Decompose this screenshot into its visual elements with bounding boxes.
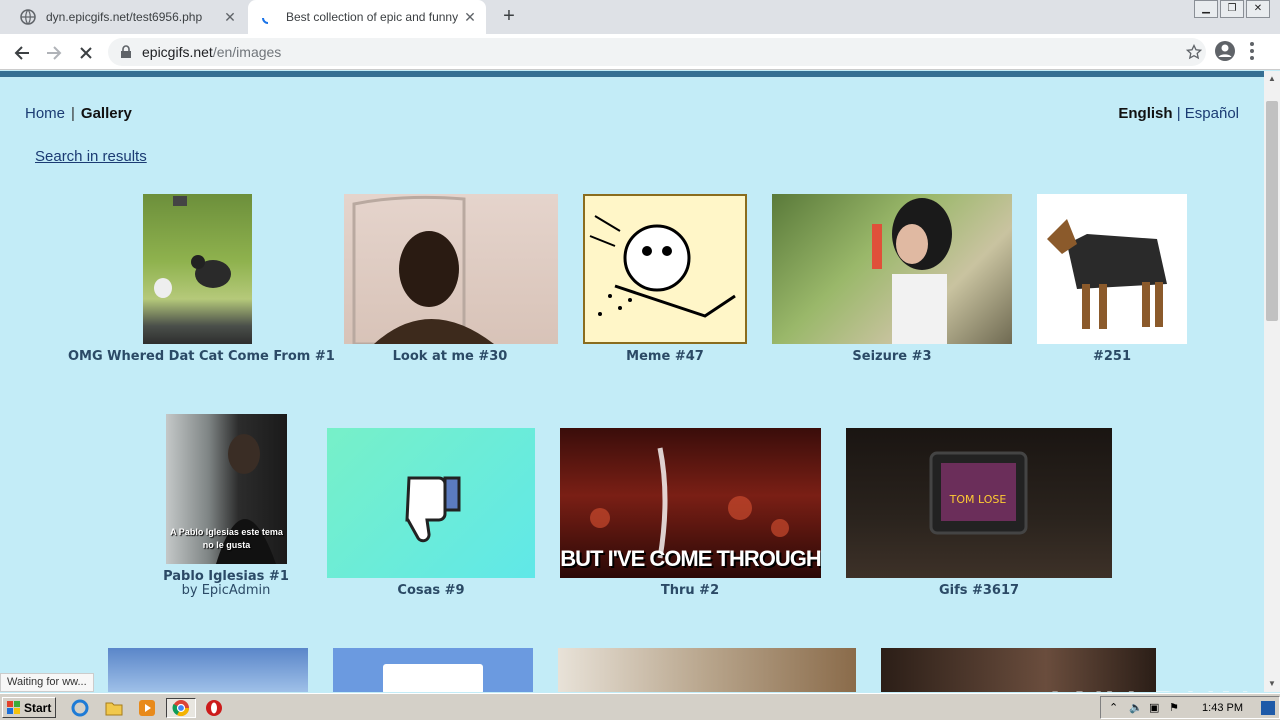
scroll-down-arrow-icon[interactable]: ▼: [1264, 676, 1280, 692]
page-viewport: Home | Gallery English | Español Search in…: [0, 71, 1264, 692]
back-arrow-icon[interactable]: [10, 41, 34, 65]
new-tab-button[interactable]: +: [498, 6, 520, 28]
nav-separator: |: [1176, 105, 1181, 122]
breadcrumb: Home | Gallery: [25, 105, 132, 122]
folder-icon[interactable]: [104, 698, 124, 718]
minimize-button[interactable]: ▁: [1194, 0, 1218, 18]
close-window-button[interactable]: ✕: [1246, 0, 1270, 18]
page-scrollbar[interactable]: ▲ ▼: [1264, 71, 1280, 692]
gallery-item-title[interactable]: Gifs #3617: [849, 583, 1109, 598]
tab-test-page[interactable]: dyn.epicgifs.net/test6956.php ✕: [8, 0, 246, 34]
site-header-strip: [0, 71, 1264, 77]
gallery-item-title[interactable]: #251: [982, 349, 1242, 364]
lang-english-link[interactable]: English: [1118, 105, 1172, 122]
url-domain: epicgifs.net: [142, 44, 213, 60]
forward-arrow-icon[interactable]: [42, 41, 66, 65]
gallery-item-title[interactable]: OMG Whered Dat Cat Come From #1: [68, 349, 335, 364]
show-desktop-icon[interactable]: [1261, 701, 1275, 715]
anyrun-watermark: ANY RUN: [1040, 683, 1254, 692]
gallery-thumbnail[interactable]: [1037, 194, 1187, 344]
thumbnail-overlay-text: BUT I'VE COME THROUGH: [560, 546, 821, 571]
gallery-thumbnail[interactable]: BUT I'VE COME THROUGH: [560, 428, 821, 578]
gallery-thumbnail[interactable]: [143, 194, 252, 344]
gallery-thumbnail[interactable]: TOM LOSE: [846, 428, 1112, 578]
windows-logo-icon: [7, 700, 20, 714]
svg-text:TOM LOSE: TOM LOSE: [949, 493, 1007, 506]
gallery-item-title[interactable]: Pablo Iglesias #1: [96, 569, 356, 584]
nav-separator: |: [71, 105, 75, 122]
account-icon[interactable]: [1214, 40, 1236, 62]
gallery-item-title[interactable]: Meme #47: [535, 349, 795, 364]
gallery-thumbnail[interactable]: A Pablo Iglesias este tema no le gusta: [166, 414, 287, 564]
status-bubble: Waiting for ww...: [0, 673, 94, 692]
thumbnail-overlay-text: A Pablo Iglesias este tema no le gusta: [170, 527, 283, 550]
globe-icon: [20, 9, 36, 25]
tab-gallery[interactable]: Best collection of epic and funny gifs ✕: [248, 0, 486, 34]
ie-icon[interactable]: [70, 698, 90, 718]
search-in-results-link[interactable]: Search in results: [35, 148, 147, 165]
restore-button[interactable]: ❐: [1220, 0, 1244, 18]
home-link[interactable]: Home: [25, 105, 65, 122]
gallery-thumbnail[interactable]: [344, 194, 558, 344]
gallery-link[interactable]: Gallery: [81, 105, 132, 122]
close-tab-icon[interactable]: ✕: [220, 7, 240, 27]
browser-toolbar: epicgifs.net/en/images: [0, 34, 1280, 70]
opera-icon[interactable]: [204, 698, 224, 718]
stop-loading-icon[interactable]: [74, 41, 98, 65]
loading-spinner-icon: [260, 9, 276, 25]
lock-icon: [120, 45, 134, 59]
gallery-thumbnail[interactable]: [772, 194, 1012, 344]
scroll-up-arrow-icon[interactable]: ▲: [1264, 71, 1280, 87]
flag-icon[interactable]: ⚑: [1169, 701, 1179, 714]
tray-expand-icon[interactable]: ⌃: [1109, 701, 1118, 714]
gallery-item-title[interactable]: Cosas #9: [301, 583, 561, 598]
tab-title: dyn.epicgifs.net/test6956.php: [46, 10, 203, 24]
url-path: /en/images: [212, 44, 282, 60]
scroll-thumb[interactable]: [1266, 101, 1278, 321]
media-player-icon[interactable]: [137, 698, 157, 718]
network-icon[interactable]: ▣: [1149, 701, 1159, 714]
gallery-thumbnail[interactable]: [558, 648, 856, 692]
chrome-taskbar-icon[interactable]: [166, 698, 196, 718]
start-label: Start: [24, 700, 52, 715]
close-tab-icon[interactable]: ✕: [460, 7, 480, 27]
lang-spanish-link[interactable]: Español: [1185, 105, 1239, 122]
thumbs-down-icon: [405, 476, 461, 543]
tab-strip: dyn.epicgifs.net/test6956.php ✕ Best col…: [0, 0, 1280, 34]
gallery-thumbnail[interactable]: [327, 428, 535, 578]
window-controls: ▁ ❐ ✕: [1194, 0, 1270, 18]
bookmark-star-icon[interactable]: [1182, 42, 1206, 62]
speaker-icon[interactable]: 🔈: [1129, 701, 1143, 714]
gallery-thumbnail[interactable]: [333, 648, 533, 692]
gallery-item-title[interactable]: Thru #2: [560, 583, 820, 598]
clock[interactable]: 1:43 PM: [1202, 702, 1243, 714]
language-switcher: English | Español: [1118, 105, 1239, 122]
windows-taskbar: Start ⌃ 🔈 ▣ ⚑ 1:43 PM: [0, 693, 1280, 720]
gallery-thumbnail[interactable]: [108, 648, 308, 692]
address-bar[interactable]: epicgifs.net/en/images: [108, 38, 1206, 66]
gallery-thumbnail[interactable]: [583, 194, 747, 344]
system-tray: ⌃ 🔈 ▣ ⚑ 1:43 PM: [1100, 696, 1280, 719]
start-button[interactable]: Start: [2, 697, 56, 718]
browser-menu-icon[interactable]: [1248, 42, 1256, 60]
tab-title: Best collection of epic and funny gifs: [286, 10, 460, 24]
